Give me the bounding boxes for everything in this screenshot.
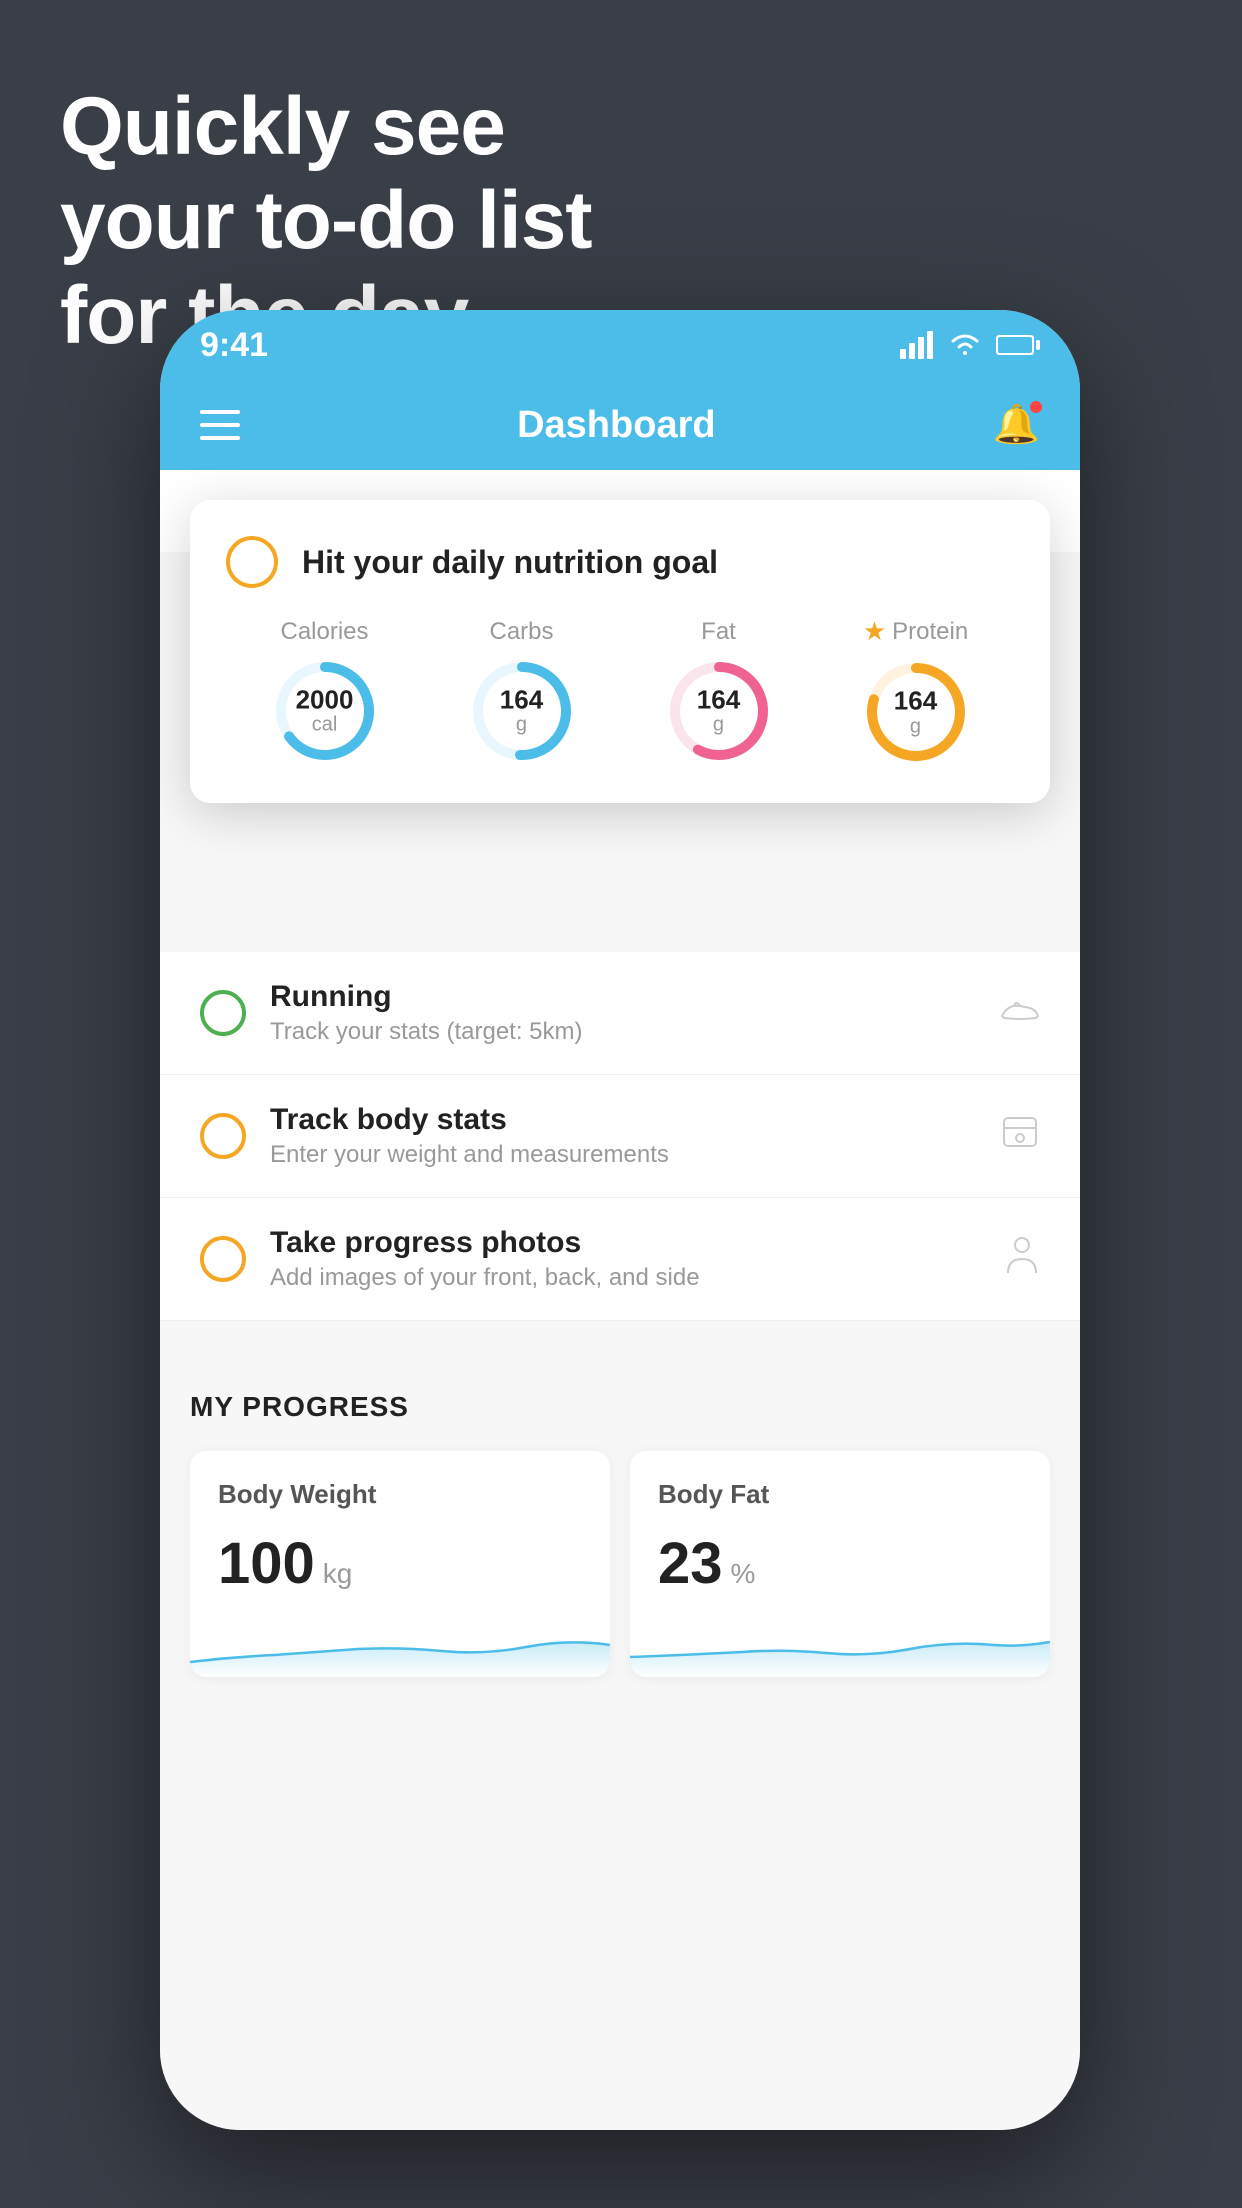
status-bar: 9:41 (160, 310, 1080, 380)
macro-protein-label: ★ Protein (863, 616, 968, 647)
phone-frame: 9:41 (160, 310, 1080, 2130)
body-fat-value: 23 (658, 1530, 723, 1597)
app-header: Dashboard 🔔 (160, 380, 1080, 470)
carbs-ring: 164 g (467, 656, 577, 766)
body-fat-title: Body Fat (658, 1479, 1022, 1510)
macro-fat: Fat 164 g (664, 618, 774, 766)
signal-icon (900, 331, 934, 359)
macro-carbs: Carbs 164 g (467, 618, 577, 766)
todo-running-sub: Track your stats (target: 5km) (270, 1018, 976, 1046)
body-weight-value-row: 100 kg (218, 1530, 582, 1597)
headline-line2: your to-do list (60, 174, 592, 268)
nutrition-card-title: Hit your daily nutrition goal (302, 544, 718, 581)
macro-circles: Calories 2000 cal Carbs (226, 616, 1014, 767)
progress-cards: Body Weight 100 kg (190, 1451, 1050, 1677)
todo-list: Running Track your stats (target: 5km) T… (160, 952, 1080, 1321)
nutrition-card: Hit your daily nutrition goal Calories 2… (190, 500, 1050, 803)
body-fat-unit: % (731, 1558, 756, 1590)
progress-card-fat[interactable]: Body Fat 23 % (630, 1451, 1050, 1677)
fat-ring: 164 g (664, 656, 774, 766)
progress-section: MY PROGRESS Body Weight 100 kg (160, 1351, 1080, 1707)
header-title: Dashboard (517, 404, 715, 447)
body-fat-value-row: 23 % (658, 1530, 1022, 1597)
calories-ring: 2000 cal (270, 656, 380, 766)
protein-ring: 164 g (861, 657, 971, 767)
shoe-icon (1000, 994, 1040, 1033)
macro-calories-label: Calories (280, 618, 368, 646)
star-icon: ★ (863, 616, 886, 647)
scale-icon (1000, 1114, 1040, 1159)
status-time: 9:41 (200, 326, 268, 365)
todo-body-stats-sub: Enter your weight and measurements (270, 1141, 976, 1169)
todo-photos-title: Take progress photos (270, 1226, 980, 1260)
macro-calories: Calories 2000 cal (270, 618, 380, 766)
task-circle-nutrition[interactable] (226, 536, 278, 588)
todo-running-title: Running (270, 980, 976, 1014)
app-content: THINGS TO DO TODAY Hit your daily nutrit… (160, 470, 1080, 2130)
todo-body-stats-title: Track body stats (270, 1103, 976, 1137)
todo-item-running[interactable]: Running Track your stats (target: 5km) (160, 952, 1080, 1075)
todo-item-photos[interactable]: Take progress photos Add images of your … (160, 1198, 1080, 1321)
body-weight-title: Body Weight (218, 1479, 582, 1510)
headline-line1: Quickly see (60, 80, 592, 174)
macro-fat-label: Fat (701, 618, 736, 646)
progress-section-title: MY PROGRESS (190, 1391, 1050, 1423)
wifi-icon (948, 331, 982, 359)
macro-protein: ★ Protein 164 g (861, 616, 971, 767)
body-fat-chart (630, 1617, 1050, 1677)
menu-button[interactable] (200, 410, 240, 440)
body-weight-value: 100 (218, 1530, 315, 1597)
status-icons (900, 331, 1040, 359)
todo-photos-sub: Add images of your front, back, and side (270, 1264, 980, 1292)
battery-icon (996, 333, 1040, 357)
todo-circle-body-stats (200, 1113, 246, 1159)
macro-carbs-label: Carbs (489, 618, 553, 646)
body-weight-chart (190, 1617, 610, 1677)
progress-card-weight[interactable]: Body Weight 100 kg (190, 1451, 610, 1677)
todo-circle-photos (200, 1236, 246, 1282)
person-icon (1004, 1235, 1040, 1284)
nutrition-card-header: Hit your daily nutrition goal (226, 536, 1014, 588)
bell-button[interactable]: 🔔 (993, 403, 1040, 447)
notification-dot (1028, 399, 1044, 415)
todo-circle-running (200, 990, 246, 1036)
body-weight-unit: kg (323, 1558, 353, 1590)
todo-item-body-stats[interactable]: Track body stats Enter your weight and m… (160, 1075, 1080, 1198)
